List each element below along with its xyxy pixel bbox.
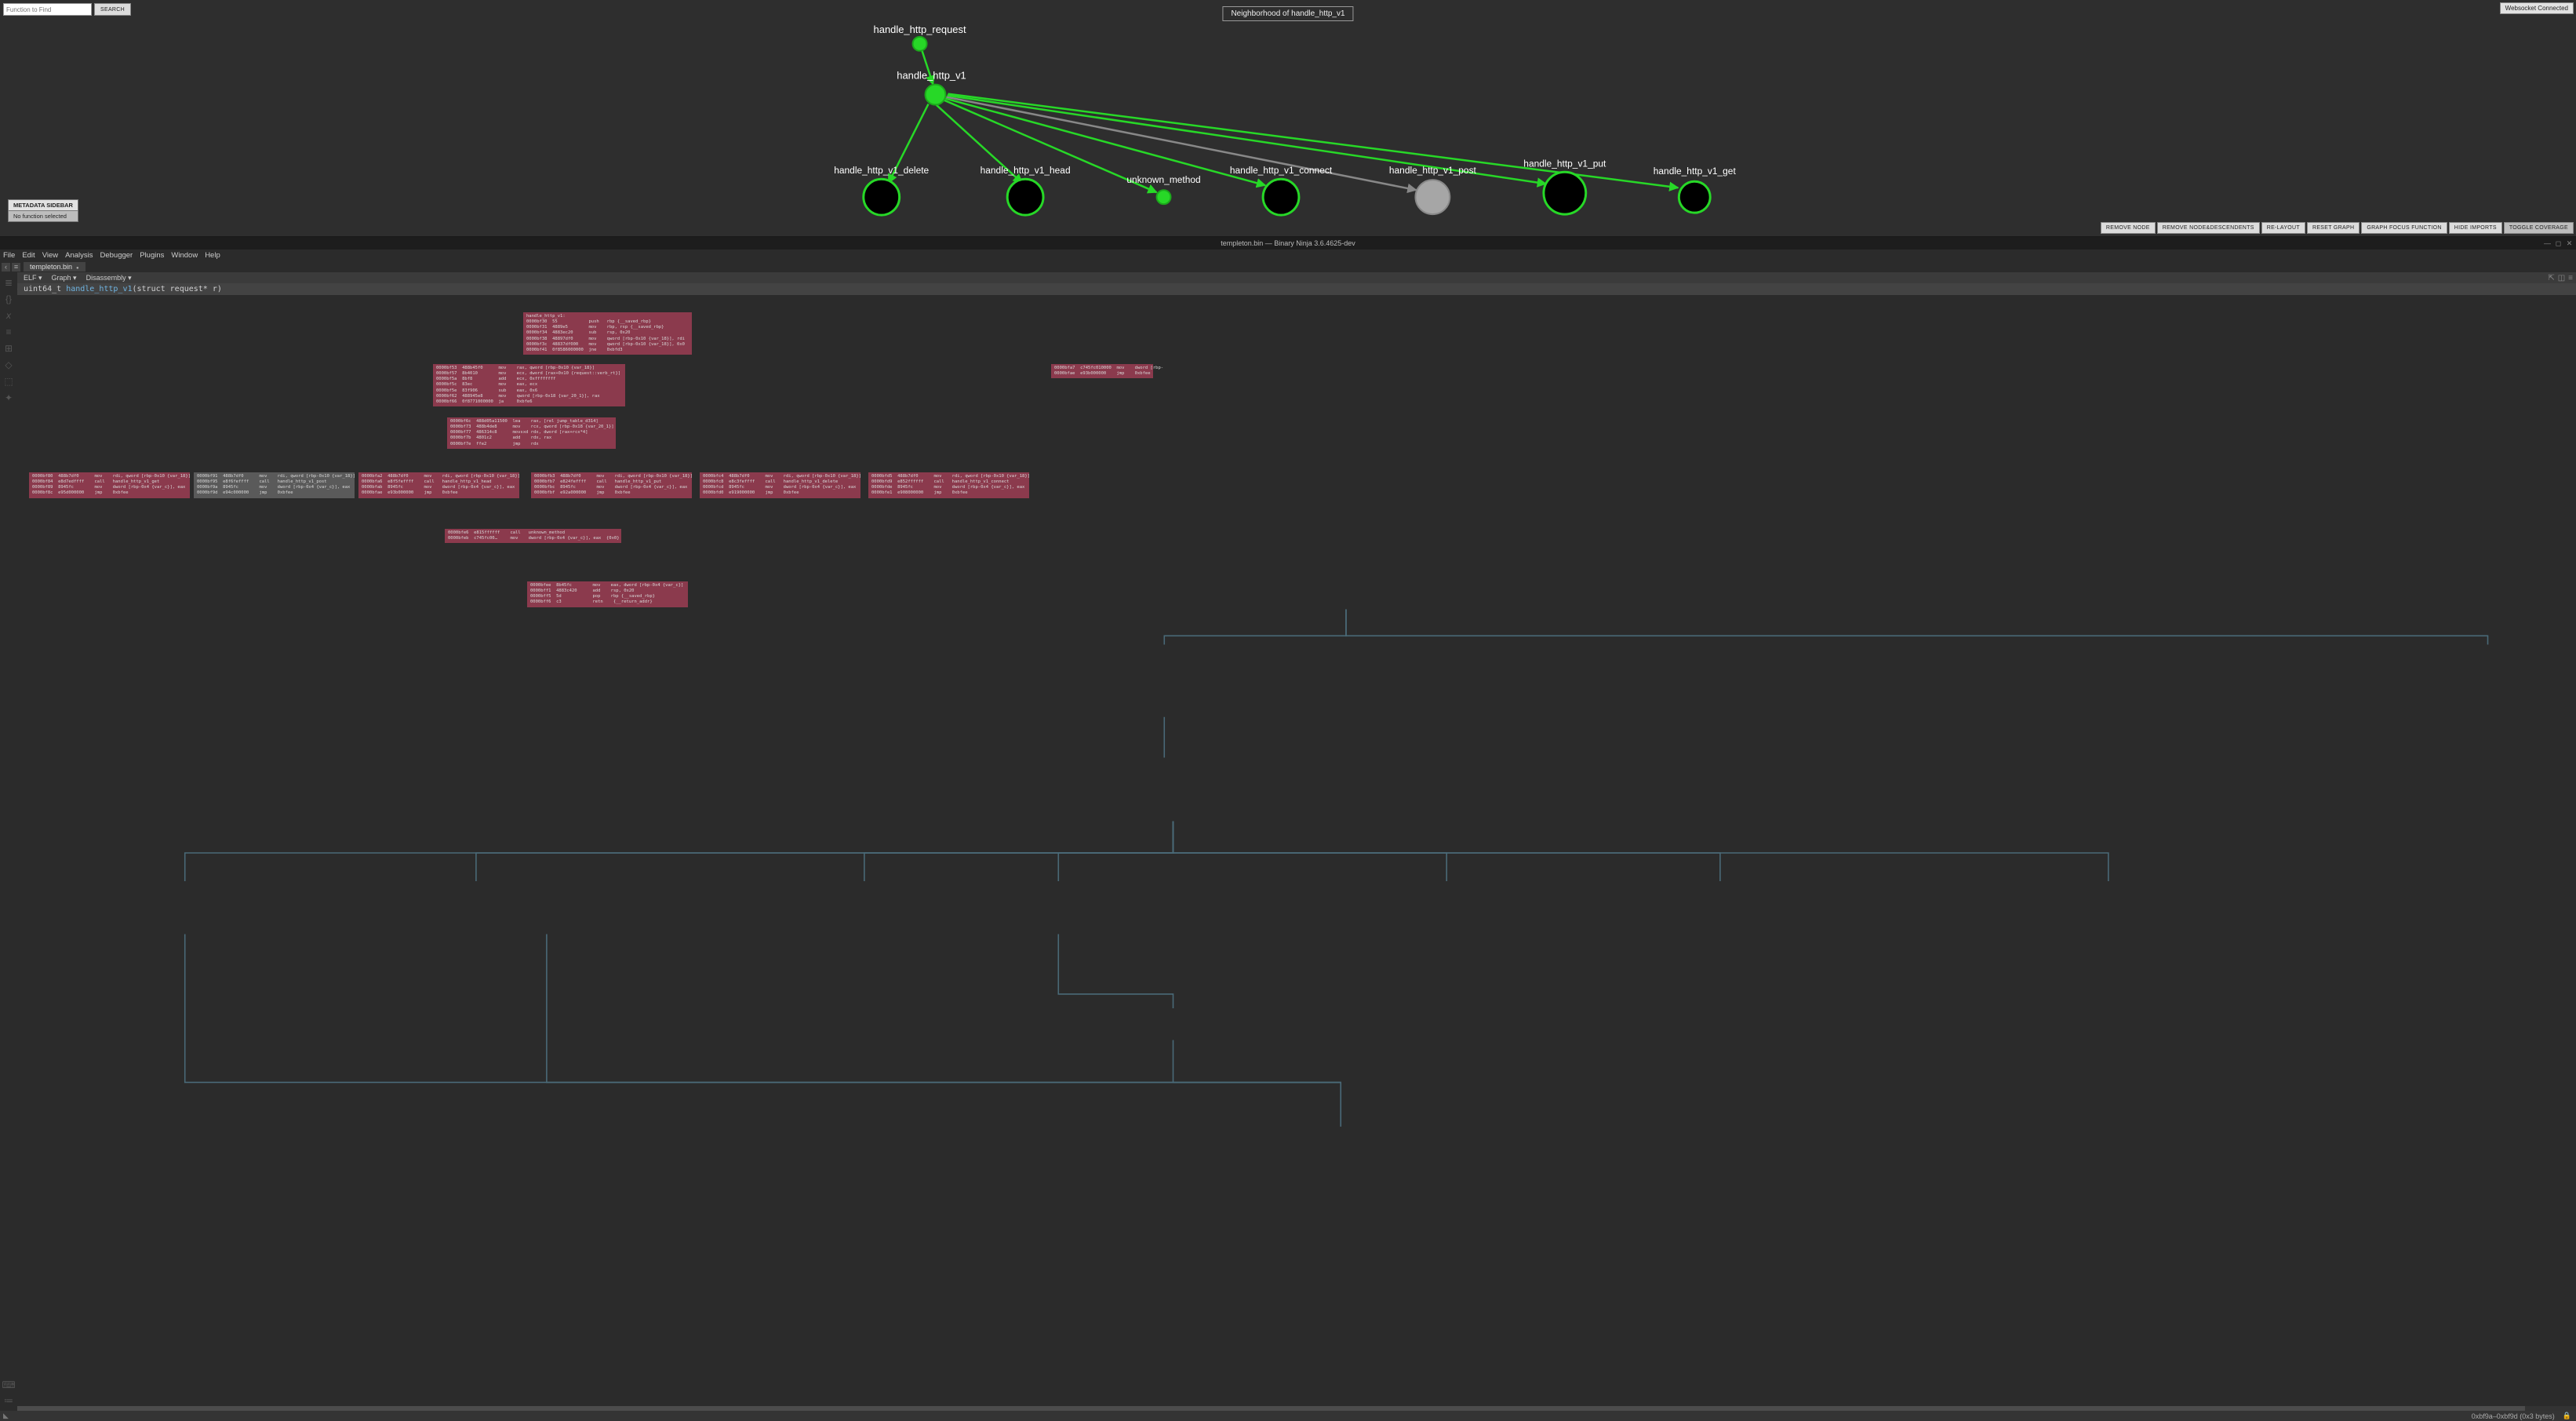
callgraph-svg[interactable]: handle_http_request handle_http_v1 handl… xyxy=(0,0,2576,236)
bn-block-switch[interactable]: 0000bf53 488b45f0 mov rax, qword [rbp-0x… xyxy=(433,364,625,406)
binja-left-sidebar: ≣ {} x ≡ ⊞ ◇ ⬚ ✦ xyxy=(0,272,17,1411)
menu-file[interactable]: File xyxy=(3,251,15,260)
sidebar-icon-tag[interactable]: ◇ xyxy=(3,359,14,370)
sidebar-icon-hex[interactable]: ⬚ xyxy=(3,376,14,387)
binja-viewbar: ELF ▾ Graph ▾ Disassembly ▾ ⇱ ◫ ≡ xyxy=(0,272,2576,283)
node-handle-http-v1-head[interactable] xyxy=(1007,179,1043,215)
binja-menubar[interactable]: File Edit View Analysis Debugger Plugins… xyxy=(0,250,2576,261)
sidebar-icon-log[interactable]: ≔ xyxy=(4,1395,13,1406)
menu-plugins[interactable]: Plugins xyxy=(140,251,164,260)
node-handle-http-v1-post[interactable] xyxy=(1415,180,1450,214)
view-selector-il[interactable]: Disassembly ▾ xyxy=(86,274,132,282)
node-handle-http-request[interactable] xyxy=(913,37,927,51)
callgraph-pane: SEARCH document.querySelector('[data-nam… xyxy=(0,0,2576,237)
bn-block-jumptable[interactable]: 0000bf6c 488d05a11500 lea rax, [rel jump… xyxy=(447,417,616,449)
bn-block-case-delete[interactable]: 0000bfc4 488b7df0 mov rdi, qword [rbp-0x… xyxy=(700,472,860,498)
node-label: handle_http_v1_get xyxy=(1654,166,1737,177)
sidebar-icon-types[interactable]: {} xyxy=(3,293,14,304)
status-selection: 0xbf9a–0xbf9d (0x3 bytes) xyxy=(2472,1412,2555,1420)
sidebar-icon-tags[interactable]: ⊞ xyxy=(3,343,14,354)
binja-graph-canvas[interactable]: handle_http_v1: 0000bf30 55 push rbp {__… xyxy=(17,295,2576,1411)
binja-title: templeton.bin — Binary Ninja 3.6.4625-de… xyxy=(1221,239,1355,247)
metadata-sidebar-header[interactable]: METADATA SIDEBAR xyxy=(8,199,78,211)
bn-block-unknown-method[interactable]: 0000bfe6 e815ffffff call unknown_method … xyxy=(445,529,621,543)
websocket-status-badge: Websocket Connected xyxy=(2500,2,2574,14)
search-button[interactable]: SEARCH xyxy=(94,3,131,16)
menu-analysis[interactable]: Analysis xyxy=(65,251,93,260)
node-handle-http-v1-put[interactable] xyxy=(1544,172,1586,214)
bn-block-case-connect[interactable]: 0000bfd5 488b7df0 mov rdi, qword [rbp-0x… xyxy=(868,472,1029,498)
view-selector-filetype[interactable]: ELF ▾ xyxy=(24,274,42,282)
func-ret-type: uint64_t xyxy=(24,285,61,293)
binja-titlebar: templeton.bin — Binary Ninja 3.6.4625-de… xyxy=(0,237,2576,250)
bn-block-entry[interactable]: handle_http_v1: 0000bf30 55 push rbp {__… xyxy=(523,312,692,355)
binja-tabbar: ‹ ≡ templeton.bin xyxy=(0,261,2576,272)
tab-nav-back-icon[interactable]: ‹ xyxy=(2,263,10,271)
file-tab-label: templeton.bin xyxy=(30,263,72,271)
node-handle-http-v1-connect[interactable] xyxy=(1263,179,1299,215)
bn-block-case-head[interactable]: 0000bfa2 488b7df0 mov rdi, qword [rbp-0x… xyxy=(358,472,519,498)
menu-help[interactable]: Help xyxy=(205,251,220,260)
sidebar-icon-stack[interactable]: ≡ xyxy=(3,326,14,337)
node-handle-http-v1-get[interactable] xyxy=(1679,181,1710,213)
hide-imports-button[interactable]: HIDE IMPORTS xyxy=(2449,222,2502,234)
node-unknown-method[interactable] xyxy=(1157,190,1171,204)
menu-icon[interactable]: ≡ xyxy=(2568,274,2573,282)
node-label: handle_http_v1_delete xyxy=(834,165,929,176)
node-label: unknown_method xyxy=(1126,174,1200,185)
remove-node-descendents-button[interactable]: REMOVE NODE&DESCENDENTS xyxy=(2157,222,2260,234)
window-minimize-icon[interactable]: — xyxy=(2544,240,2551,247)
link-icon[interactable]: ⇱ xyxy=(2548,274,2554,282)
bn-block-return[interactable]: 0000bfee 8b45fc mov eax, dword [rbp-0x4 … xyxy=(527,581,688,607)
menu-window[interactable]: Window xyxy=(171,251,198,260)
status-corner-icon[interactable]: ◣ xyxy=(3,1412,9,1420)
node-label: handle_http_v1_put xyxy=(1523,158,1606,169)
metadata-sidebar: METADATA SIDEBAR No function selected xyxy=(8,199,78,222)
node-label: handle_http_request xyxy=(874,24,966,35)
file-tab[interactable]: templeton.bin xyxy=(24,262,86,271)
graph-focus-function-button[interactable]: GRAPH FOCUS FUNCTION xyxy=(2361,222,2447,234)
sidebar-icon-var[interactable]: x xyxy=(3,310,14,321)
func-name: handle_http_v1 xyxy=(66,285,132,293)
menu-debugger[interactable]: Debugger xyxy=(100,251,133,260)
tab-dirty-icon xyxy=(76,263,79,271)
binja-statusbar: ◣ 0xbf9a–0xbf9d (0x3 bytes) 🔒 xyxy=(0,1411,2576,1421)
node-handle-http-v1[interactable] xyxy=(926,85,946,105)
bn-block-case-get[interactable]: 0000bf80 488b7df0 mov rdi, qword [rbp-0x… xyxy=(29,472,190,498)
window-maximize-icon[interactable]: ◻ xyxy=(2555,240,2562,247)
metadata-sidebar-body: No function selected xyxy=(8,211,78,222)
func-args: (struct request* r) xyxy=(133,285,222,293)
sidebar-icon-plus[interactable]: ✦ xyxy=(3,392,14,403)
node-label: handle_http_v1_post xyxy=(1389,165,1477,176)
sidebar-icon-list[interactable]: ≣ xyxy=(3,277,14,288)
lock-icon[interactable]: 🔒 xyxy=(2563,1412,2571,1420)
binja-function-header: ▸ uint64_t handle_http_v1 (struct reques… xyxy=(0,283,2576,295)
split-icon[interactable]: ◫ xyxy=(2558,274,2565,282)
search-input[interactable] xyxy=(3,3,92,16)
view-selector-graph[interactable]: Graph ▾ xyxy=(52,274,77,282)
bn-block-side[interactable]: 0000bfa7 c745fc010000 mov dword [rbp- 00… xyxy=(1051,364,1153,378)
bn-block-case-post[interactable]: 0000bf91 488b7df0 mov rdi, qword [rbp-0x… xyxy=(194,472,355,498)
bn-block-case-put[interactable]: 0000bfb3 488b7df0 mov rdi, qword [rbp-0x… xyxy=(531,472,692,498)
node-handle-http-v1-delete[interactable] xyxy=(864,179,900,215)
relayout-button[interactable]: RE-LAYOUT xyxy=(2261,222,2305,234)
node-label: handle_http_v1 xyxy=(897,70,966,82)
tab-nav-fwd-icon[interactable]: ≡ xyxy=(12,263,20,271)
window-close-icon[interactable]: ✕ xyxy=(2566,240,2573,247)
menu-view[interactable]: View xyxy=(42,251,58,260)
graph-title: Neighborhood of handle_http_v1 xyxy=(1222,6,1353,21)
sidebar-icon-console[interactable]: ⌨ xyxy=(2,1379,15,1390)
node-label: handle_http_v1_connect xyxy=(1230,165,1333,176)
remove-node-button[interactable]: REMOVE NODE xyxy=(2101,222,2156,234)
node-label: handle_http_v1_head xyxy=(981,165,1071,176)
reset-graph-button[interactable]: RESET GRAPH xyxy=(2307,222,2360,234)
toggle-coverage-button[interactable]: TOGGLE COVERAGE xyxy=(2504,222,2574,234)
menu-edit[interactable]: Edit xyxy=(22,251,35,260)
